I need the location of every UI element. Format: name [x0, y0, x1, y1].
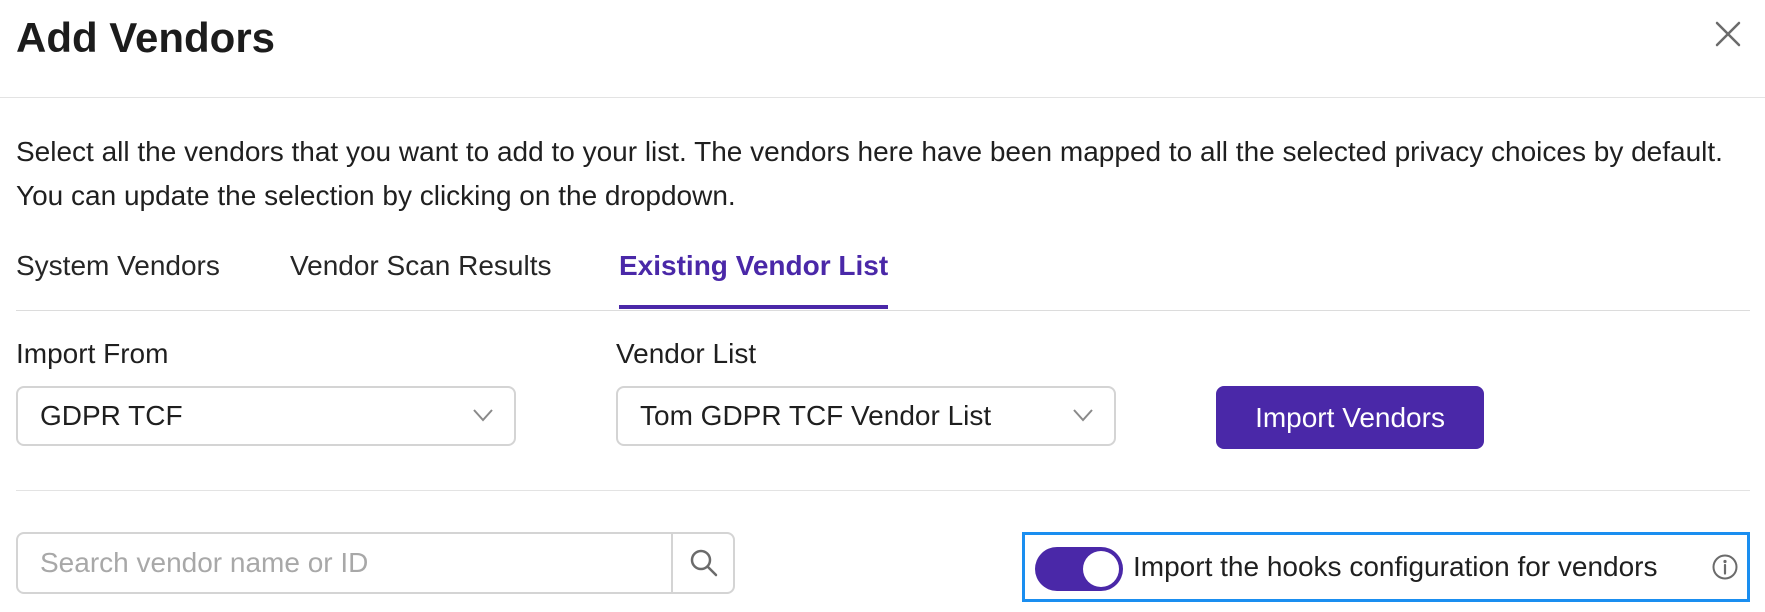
tab-label: Existing Vendor List	[619, 250, 889, 281]
import-from-value: GDPR TCF	[40, 400, 183, 431]
vendor-search	[16, 532, 735, 594]
tab-existing-vendor-list[interactable]: Existing Vendor List	[619, 240, 889, 309]
import-from-label: Import From	[16, 338, 169, 369]
hooks-toggle-row: Import the hooks configuration for vendo…	[1022, 532, 1750, 602]
hooks-toggle-label: Import the hooks configuration for vendo…	[1133, 551, 1658, 582]
add-vendors-modal: Add Vendors Select all the vendors that …	[0, 0, 1765, 612]
vendor-list-select[interactable]: Tom GDPR TCF Vendor List	[616, 386, 1116, 446]
active-tab-indicator	[619, 305, 889, 309]
hooks-config-toggle[interactable]	[1035, 547, 1123, 591]
info-icon[interactable]	[1711, 553, 1739, 581]
tab-vendor-scan-results[interactable]: Vendor Scan Results	[290, 240, 552, 308]
modal-title: Add Vendors	[16, 14, 276, 61]
close-button[interactable]	[1712, 18, 1744, 50]
import-vendors-button[interactable]: Import Vendors	[1216, 386, 1484, 449]
tab-system-vendors[interactable]: System Vendors	[16, 240, 220, 308]
toggle-knob	[1083, 551, 1119, 587]
vendor-list-label: Vendor List	[616, 338, 757, 369]
vendor-list-value: Tom GDPR TCF Vendor List	[640, 400, 992, 431]
search-button[interactable]	[671, 534, 733, 592]
tab-label: System Vendors	[16, 250, 220, 281]
tab-bar: System Vendors Vendor Scan Results Exist…	[16, 240, 1750, 311]
chevron-down-icon	[473, 409, 493, 422]
import-from-select[interactable]: GDPR TCF	[16, 386, 516, 446]
close-icon	[1715, 21, 1741, 47]
section-divider	[16, 490, 1750, 491]
chevron-down-icon	[1073, 409, 1093, 422]
header-divider	[0, 97, 1765, 98]
modal-description: Select all the vendors that you want to …	[16, 136, 1723, 211]
tab-label: Vendor Scan Results	[290, 250, 552, 281]
search-icon	[690, 549, 718, 577]
search-input[interactable]	[18, 534, 673, 592]
